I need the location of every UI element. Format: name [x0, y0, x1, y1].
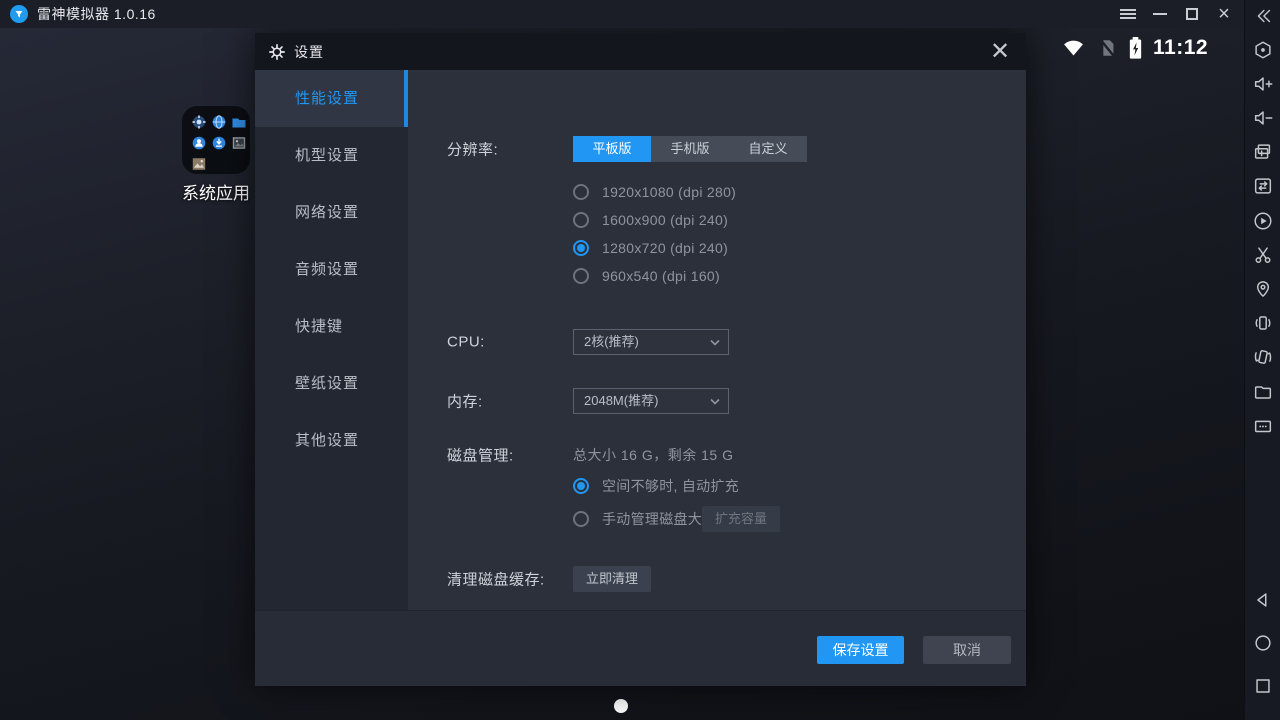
save-settings-button[interactable]: 保存设置	[817, 636, 904, 664]
mini-browser-icon	[211, 114, 227, 130]
android-back-icon[interactable]	[1248, 585, 1278, 615]
radio-unchecked-icon[interactable]	[573, 268, 589, 284]
system-apps-folder[interactable]	[182, 106, 250, 174]
battery-charging-icon	[1127, 34, 1144, 62]
mini-downloads-icon	[211, 135, 227, 151]
menu-icon[interactable]	[1112, 0, 1144, 28]
clean-cache-label: 清理磁盘缓存:	[447, 569, 545, 590]
gear-icon	[268, 43, 286, 61]
play-icon[interactable]	[1248, 206, 1278, 236]
cancel-button[interactable]: 取消	[923, 636, 1011, 664]
resolution-label: 分辨率:	[447, 139, 498, 160]
sidebar-item-network[interactable]: 网络设置	[255, 184, 408, 241]
dialog-header: 设置 ✕	[255, 33, 1026, 70]
volume-up-icon[interactable]	[1248, 69, 1278, 99]
sync-window-icon[interactable]	[1248, 171, 1278, 201]
wifi-icon	[1060, 36, 1087, 60]
target-hexagon-icon[interactable]	[1248, 35, 1278, 65]
android-recents-icon[interactable]	[1248, 671, 1278, 701]
radio-unchecked-icon[interactable]	[573, 212, 589, 228]
memory-label: 内存:	[447, 391, 483, 412]
mini-files-icon	[231, 114, 247, 130]
android-status-bar: 11:12	[1060, 32, 1208, 64]
window-title: 雷神模拟器 1.0.16	[37, 4, 156, 24]
page-indicator-dot	[614, 699, 628, 713]
title-bar: 雷神模拟器 1.0.16 ×	[0, 0, 1244, 28]
minimize-button[interactable]	[1144, 0, 1176, 28]
folder-icon[interactable]	[1248, 377, 1278, 407]
clock: 11:12	[1153, 36, 1208, 60]
disk-manual-option[interactable]: 手动管理磁盘大小	[573, 509, 716, 529]
disk-auto-expand-option[interactable]: 空间不够时, 自动扩充	[573, 476, 739, 496]
no-sdcard-icon	[1096, 36, 1118, 60]
expand-capacity-button[interactable]: 扩充容量	[702, 506, 780, 532]
sidebar-item-performance[interactable]: 性能设置	[255, 70, 408, 127]
resolution-option-1280[interactable]: 1280x720 (dpi 240)	[573, 240, 728, 256]
emulator-screen: 雷神模拟器 1.0.16 ×	[0, 0, 1280, 720]
disk-summary: 总大小 16 G，剩余 15 G	[573, 445, 733, 465]
dialog-footer: 保存设置 取消	[255, 610, 1026, 686]
clean-now-button[interactable]: 立即清理	[573, 566, 651, 592]
radio-checked-icon[interactable]	[573, 478, 589, 494]
cpu-label: CPU:	[447, 334, 485, 351]
mini-contacts-icon	[191, 135, 207, 151]
radio-checked-icon[interactable]	[573, 240, 589, 256]
screenshot-scissors-icon[interactable]	[1248, 240, 1278, 270]
settings-dialog: 设置 ✕ 性能设置 机型设置 网络设置 音频设置 快捷键 壁纸设置 其他设置 分…	[255, 33, 1026, 686]
android-home-icon[interactable]	[1248, 628, 1278, 658]
sidebar-item-other[interactable]: 其他设置	[255, 412, 408, 469]
toolbar-rail	[1244, 0, 1280, 720]
chevron-down-icon	[710, 339, 720, 346]
settings-sidebar: 性能设置 机型设置 网络设置 音频设置 快捷键 壁纸设置 其他设置	[255, 70, 408, 610]
dialog-title: 设置	[294, 42, 324, 62]
tab-custom[interactable]: 自定义	[729, 136, 807, 162]
sidebar-item-device-model[interactable]: 机型设置	[255, 127, 408, 184]
tab-tablet[interactable]: 平板版	[573, 136, 651, 162]
radio-unchecked-icon[interactable]	[573, 184, 589, 200]
mini-photos-icon	[191, 156, 207, 172]
shake-phone-icon[interactable]	[1248, 308, 1278, 338]
cpu-select[interactable]: 2核(推荐)	[573, 329, 729, 355]
sidebar-item-audio[interactable]: 音频设置	[255, 241, 408, 298]
rotate-phone-icon[interactable]	[1248, 342, 1278, 372]
mini-settings-icon	[191, 114, 207, 130]
resolution-option-960[interactable]: 960x540 (dpi 160)	[573, 268, 720, 284]
sidebar-item-shortcuts[interactable]: 快捷键	[255, 298, 408, 355]
more-options-icon[interactable]	[1248, 411, 1278, 441]
multi-window-add-icon[interactable]	[1248, 137, 1278, 167]
maximize-button[interactable]	[1176, 0, 1208, 28]
close-window-button[interactable]: ×	[1208, 0, 1240, 28]
memory-select[interactable]: 2048M(推荐)	[573, 388, 729, 414]
tab-phone[interactable]: 手机版	[651, 136, 729, 162]
collapse-chevrons-icon[interactable]	[1248, 1, 1278, 31]
resolution-option-1600[interactable]: 1600x900 (dpi 240)	[573, 212, 728, 228]
resolution-option-1920[interactable]: 1920x1080 (dpi 280)	[573, 184, 736, 200]
location-icon[interactable]	[1248, 274, 1278, 304]
dialog-close-icon[interactable]: ✕	[982, 33, 1018, 70]
chevron-down-icon	[710, 398, 720, 405]
mini-gallery-icon	[231, 135, 247, 151]
app-logo-icon	[10, 5, 28, 23]
volume-down-icon[interactable]	[1248, 103, 1278, 133]
settings-content: 分辨率: 平板版 手机版 自定义 1920x1080 (dpi 280) 160…	[408, 70, 1026, 610]
sidebar-item-wallpaper[interactable]: 壁纸设置	[255, 355, 408, 412]
resolution-tabs: 平板版 手机版 自定义	[573, 136, 807, 162]
disk-label: 磁盘管理:	[447, 445, 514, 466]
radio-unchecked-icon[interactable]	[573, 511, 589, 527]
